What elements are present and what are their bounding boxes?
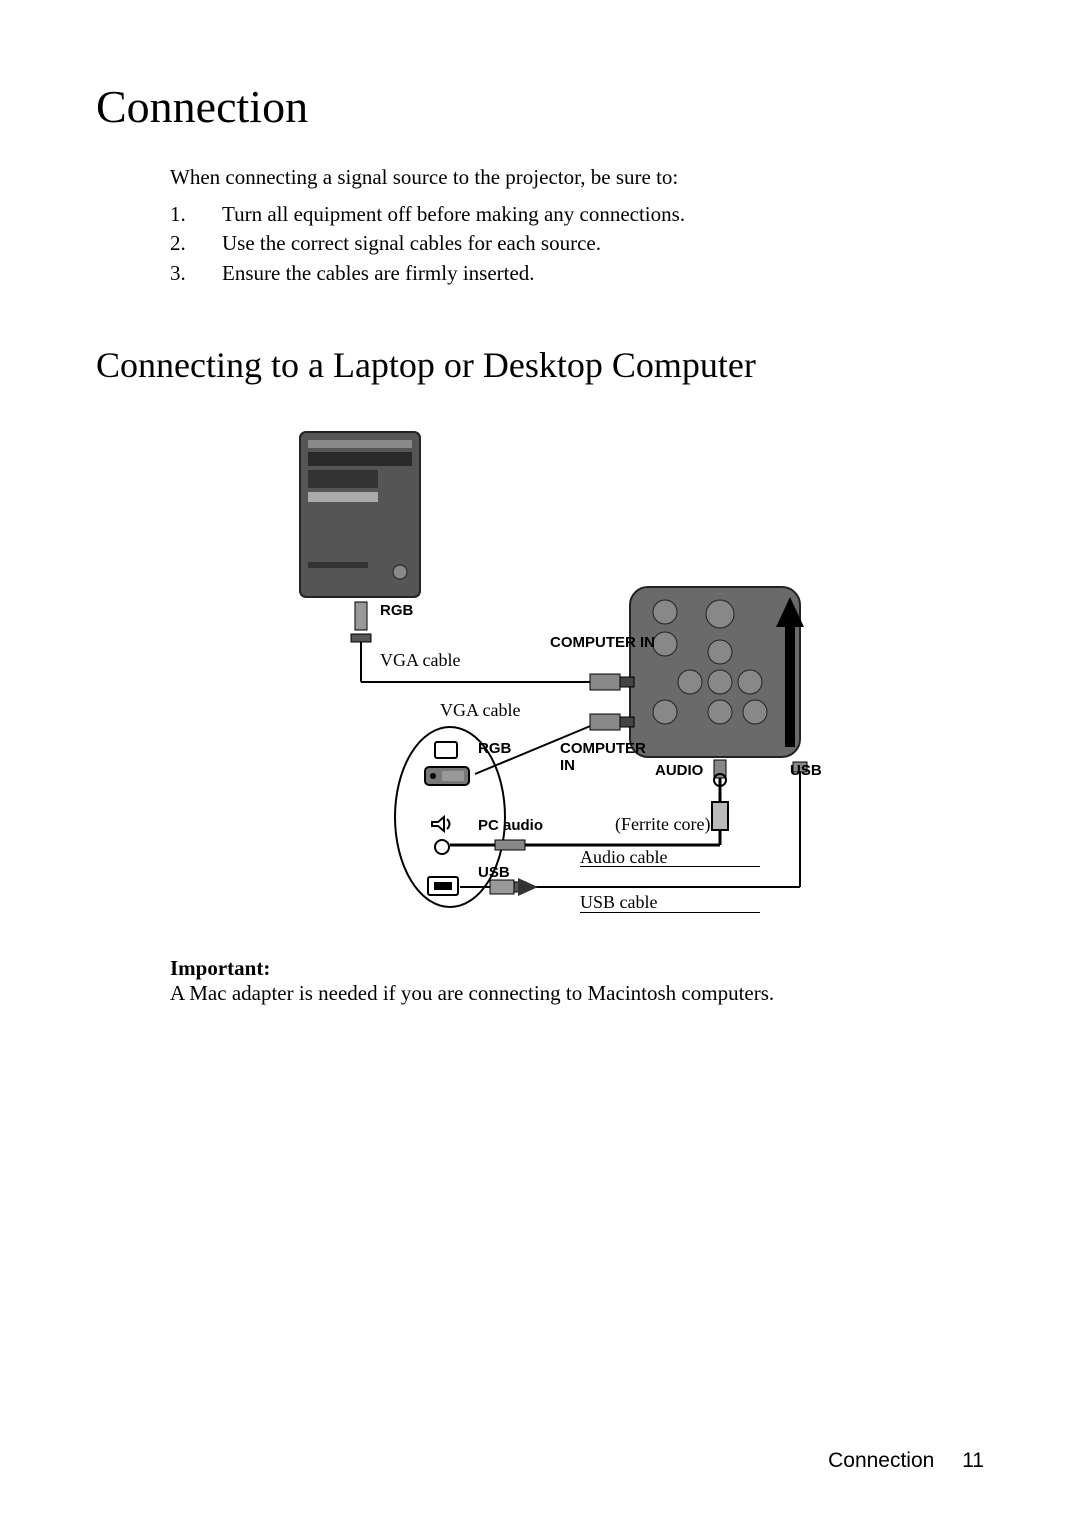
- list-text: Turn all equipment off before making any…: [222, 200, 685, 229]
- label-usb-right: USB: [790, 762, 822, 779]
- list-item: 2. Use the correct signal cables for eac…: [170, 229, 984, 258]
- desktop-tower-icon: [300, 432, 420, 597]
- list-item: 1. Turn all equipment off before making …: [170, 200, 984, 229]
- numbered-list: 1. Turn all equipment off before making …: [170, 200, 984, 288]
- list-number: 2.: [170, 229, 222, 258]
- important-text: A Mac adapter is needed if you are conne…: [170, 981, 984, 1006]
- label-computer-in: COMPUTER IN: [550, 634, 655, 651]
- page-footer: Connection 11: [828, 1449, 984, 1473]
- page-title: Connection: [96, 80, 984, 133]
- label-usb-left: USB: [478, 864, 510, 881]
- label-rgb: RGB: [380, 602, 413, 619]
- divider: [580, 912, 760, 913]
- label-usb-cable: USB cable: [580, 892, 657, 913]
- important-label: Important:: [170, 956, 984, 981]
- diagram-svg: [260, 422, 820, 932]
- label-audio: AUDIO: [655, 762, 703, 779]
- label-vga-cable-2: VGA cable: [440, 700, 520, 721]
- section-subtitle: Connecting to a Laptop or Desktop Comput…: [96, 344, 984, 386]
- label-audio-cable: Audio cable: [580, 847, 667, 868]
- rgb-port-icon: [351, 602, 371, 642]
- label-ferrite: (Ferrite core): [615, 814, 710, 835]
- label-computer-in-2: COMPUTER IN: [560, 740, 646, 774]
- footer-section: Connection: [828, 1449, 934, 1472]
- projector-panel-icon: [630, 587, 804, 757]
- label-pc-audio: PC audio: [478, 817, 543, 834]
- connection-diagram: RGB COMPUTER IN VGA cable VGA cable RGB …: [260, 422, 820, 932]
- list-number: 3.: [170, 259, 222, 288]
- divider: [580, 866, 760, 867]
- page: Connection When connecting a signal sour…: [0, 0, 1080, 1529]
- list-text: Use the correct signal cables for each s…: [222, 229, 601, 258]
- list-item: 3. Ensure the cables are firmly inserted…: [170, 259, 984, 288]
- label-rgb-2: RGB: [478, 740, 511, 757]
- list-number: 1.: [170, 200, 222, 229]
- list-text: Ensure the cables are firmly inserted.: [222, 259, 535, 288]
- label-vga-cable: VGA cable: [380, 650, 460, 671]
- important-note: Important: A Mac adapter is needed if yo…: [170, 956, 984, 1006]
- intro-text: When connecting a signal source to the p…: [170, 165, 984, 190]
- footer-page-number: 11: [962, 1449, 984, 1472]
- diagram-container: RGB COMPUTER IN VGA cable VGA cable RGB …: [96, 422, 984, 932]
